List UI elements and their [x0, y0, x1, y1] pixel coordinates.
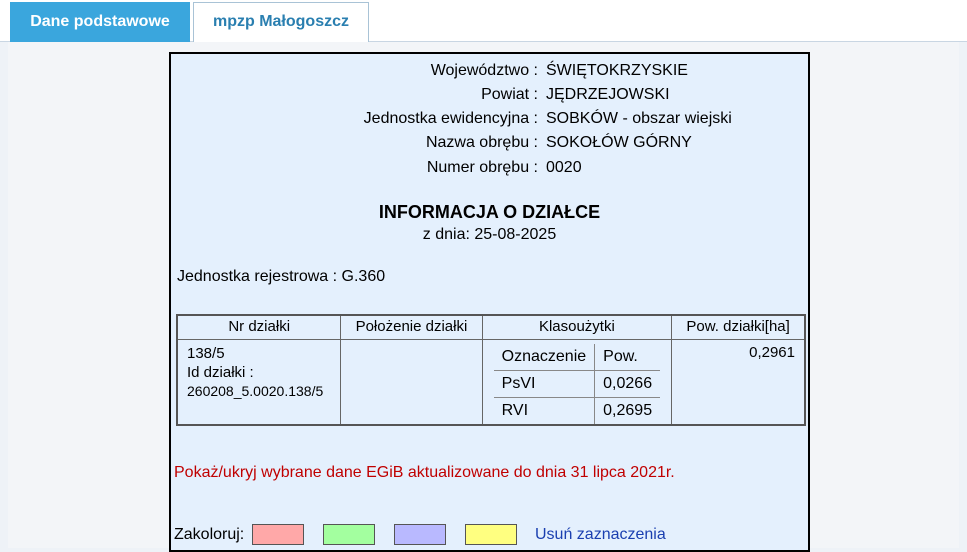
- klasouzytki-table: Oznaczenie Pow. PsVI 0,0266 RVI 0,2695: [493, 343, 661, 424]
- parcel-table: Nr działki Położenie działki Klasoużytki…: [176, 314, 806, 426]
- cell-polozenie: [340, 338, 483, 425]
- obreb-numer-value: 0020: [546, 159, 582, 176]
- cell-nr-dzialki: 138/5 Id działki : 260208_5.0020.138/5: [176, 338, 342, 425]
- color-swatch-green[interactable]: [323, 524, 375, 545]
- klasouzytki-row: RVI 0,2695: [493, 397, 660, 424]
- obreb-numer-label: Numer obrębu :: [426, 159, 538, 176]
- obreb-nazwa-label: Nazwa obrębu :: [425, 134, 538, 151]
- column-header-nr: Nr działki: [176, 314, 342, 340]
- powiat-value: JĘDRZEJOWSKI: [546, 86, 670, 103]
- column-header-polozenie: Położenie działki: [340, 314, 483, 340]
- klasouzytki-header-pow: Pow.: [594, 343, 661, 371]
- tab-dane-podstawowe[interactable]: Dane podstawowe: [10, 2, 190, 42]
- jednostka-rejestrowa: Jednostka rejestrowa : G.360: [177, 268, 386, 285]
- page-title: INFORMACJA O DZIAŁCE: [378, 202, 601, 222]
- coloring-label: Zakoloruj:: [174, 526, 245, 543]
- klasouzytki-oznaczenie: RVI: [493, 397, 596, 424]
- tab-mpzp-malogoszcz[interactable]: mpzp Małogoszcz: [193, 2, 369, 43]
- obreb-nazwa-row: Nazwa obrębu : SOKOŁÓW GÓRNY: [171, 131, 808, 155]
- cell-klasouzytki: Oznaczenie Pow. PsVI 0,0266 RVI 0,2695: [481, 338, 673, 425]
- column-header-klasouzytki: Klasoużytki: [481, 314, 673, 340]
- wojewodztwo-value: ŚWIĘTOKRZYSKIE: [546, 62, 688, 79]
- jednostka-label: Jednostka ewidencyjna :: [363, 110, 538, 127]
- jednostka-value: SOBKÓW - obszar wiejski: [546, 110, 732, 127]
- klasouzytki-oznaczenie: PsVI: [493, 370, 596, 398]
- powiat-label: Powiat :: [481, 86, 538, 103]
- cell-pow-dzialki: 0,2961: [671, 338, 806, 425]
- tab-bar: Dane podstawowe mpzp Małogoszcz: [0, 0, 967, 43]
- klasouzytki-pow: 0,0266: [594, 370, 661, 398]
- toggle-egib-link[interactable]: Pokaż/ukryj wybrane dane EGiB aktualizow…: [174, 464, 675, 482]
- report-date: z dnia: 25-08-2025: [422, 226, 557, 243]
- table-row: 138/5 Id działki : 260208_5.0020.138/5 O…: [176, 338, 806, 425]
- obreb-numer-row: Numer obrębu : 0020: [171, 156, 808, 180]
- color-swatch-yellow[interactable]: [465, 524, 517, 545]
- wojewodztwo-label: Województwo :: [430, 62, 538, 79]
- powiat-row: Powiat : JĘDRZEJOWSKI: [171, 83, 808, 107]
- wojewodztwo-row: Województwo : ŚWIĘTOKRZYSKIE: [171, 59, 808, 83]
- column-header-pow: Pow. działki[ha]: [671, 314, 806, 340]
- obreb-nazwa-value: SOKOŁÓW GÓRNY: [546, 134, 692, 151]
- clear-selection-link[interactable]: Usuń zaznaczenia: [535, 524, 666, 546]
- nr-dzialki-value: 138/5: [187, 344, 225, 362]
- klasouzytki-row: PsVI 0,0266: [493, 370, 661, 398]
- id-dzialki-label: Id działki :: [187, 363, 254, 381]
- coloring-row: Zakoloruj: Usuń zaznaczenia: [174, 524, 666, 546]
- klasouzytki-pow: 0,2695: [603, 401, 653, 419]
- klasouzytki-header-oznaczenie: Oznaczenie: [493, 343, 596, 371]
- table-header-row: Nr działki Położenie działki Klasoużytki…: [176, 314, 806, 340]
- id-dzialki-value: 260208_5.0020.138/5: [187, 382, 324, 399]
- color-swatch-red[interactable]: [252, 524, 304, 545]
- klasouzytki-header-row: Oznaczenie Pow.: [493, 343, 661, 371]
- jednostka-row: Jednostka ewidencyjna : SOBKÓW - obszar …: [171, 107, 808, 131]
- parcel-info-panel: Województwo : ŚWIĘTOKRZYSKIE Powiat : JĘ…: [169, 52, 810, 552]
- color-swatch-blue[interactable]: [394, 524, 446, 545]
